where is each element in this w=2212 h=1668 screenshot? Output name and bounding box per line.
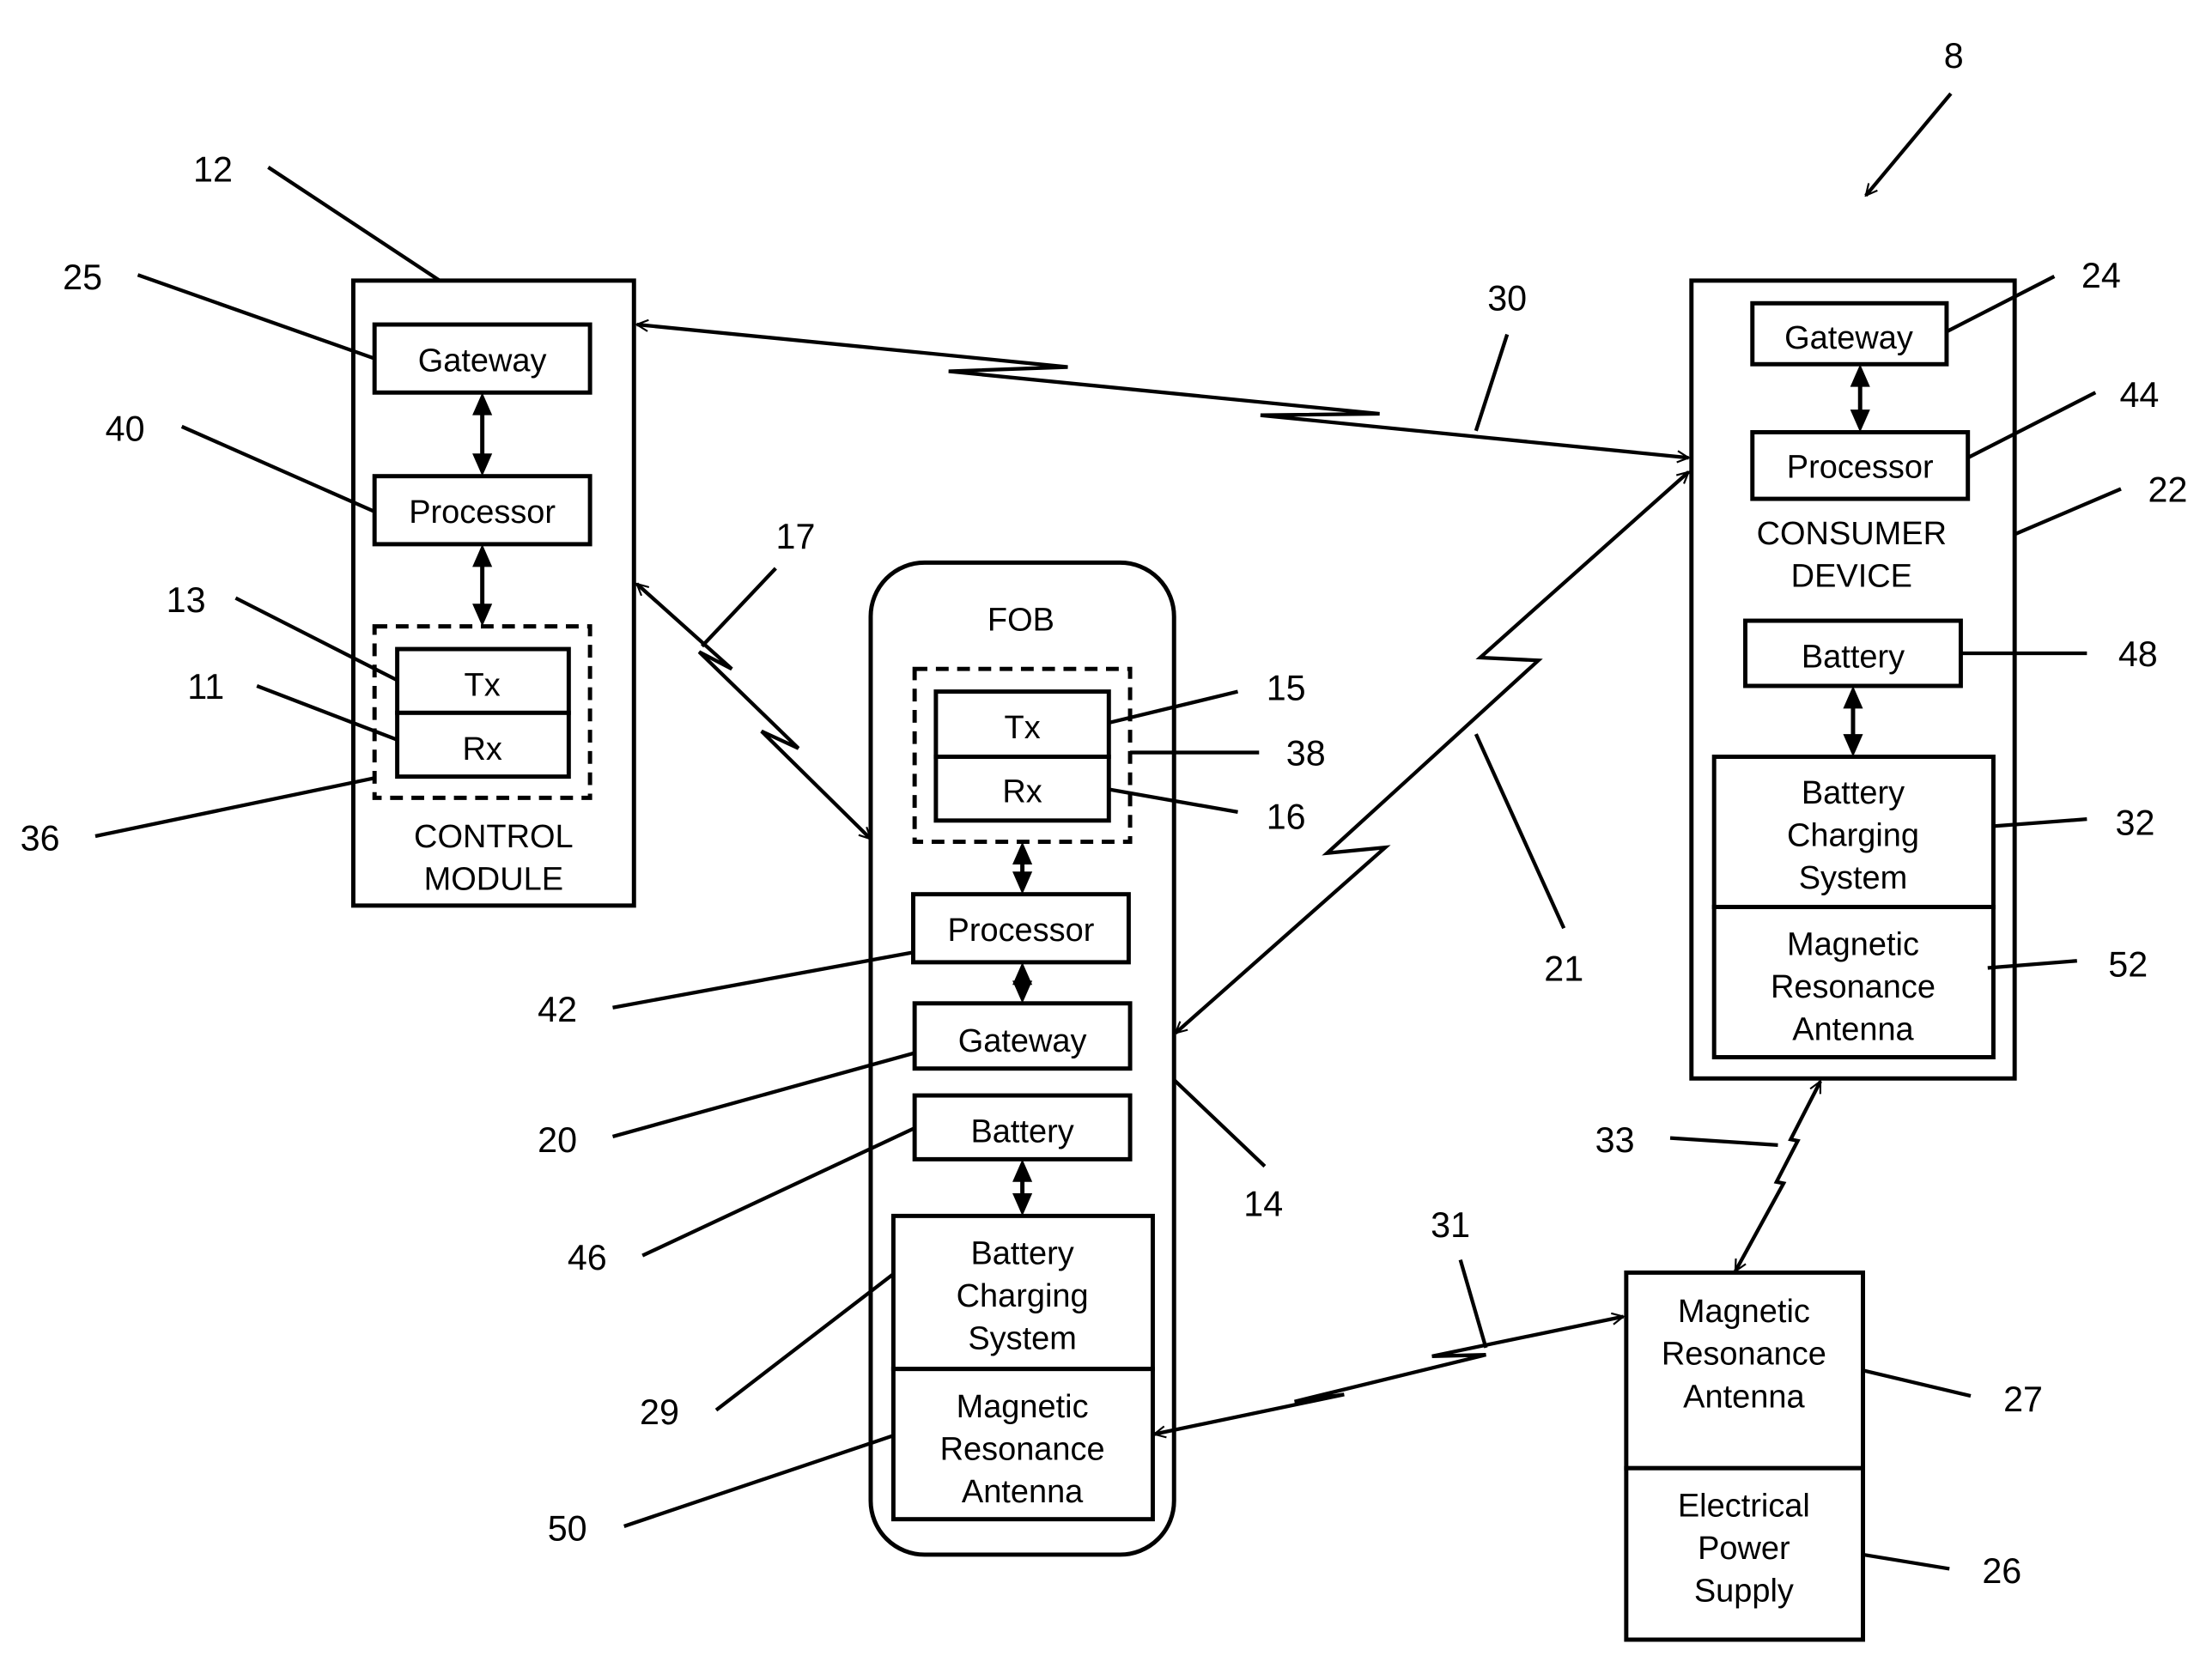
consumer-antenna-label-3: Antenna — [1792, 1012, 1914, 1048]
leader-link-control-consumer — [1474, 333, 1510, 432]
consumer-device-title-2: DEVICE — [1791, 558, 1912, 594]
ref-label-fob-battery: 46 — [568, 1238, 607, 1277]
leader-fob-processor — [612, 950, 914, 1010]
fob-battery-label: Battery — [970, 1114, 1073, 1150]
leader-fob — [1172, 1078, 1267, 1168]
control-rx-label: Rx — [462, 731, 501, 767]
consumer-antenna-label-2: Resonance — [1771, 969, 1936, 1005]
fob-rx-label: Rx — [1002, 773, 1042, 810]
fob-processor-label: Processor — [948, 913, 1095, 949]
leader-consumer-device — [2014, 487, 2122, 537]
ref-label-fob-charging: 29 — [640, 1392, 679, 1432]
leader-link-control-fob — [700, 567, 777, 648]
power-supply-label-1: Electrical — [1678, 1488, 1810, 1524]
leader-link-charger-consumer — [1669, 1136, 1778, 1147]
consumer-battery-label: Battery — [1802, 640, 1905, 676]
ref-label-power-supply: 26 — [1982, 1551, 2021, 1591]
consumer-charging-label-2: Charging — [1787, 818, 1919, 854]
ref-label-fob-antenna: 50 — [548, 1508, 587, 1548]
ref-label-fob-tx: 15 — [1267, 668, 1306, 707]
fob-charging-label-2: Charging — [957, 1278, 1089, 1314]
ref-label-system: 8 — [1944, 36, 1964, 76]
fob-tx-label: Tx — [1005, 710, 1041, 746]
ref-label-link-control-consumer: 30 — [1487, 279, 1527, 318]
ref-label-consumer-processor: 44 — [2119, 375, 2159, 415]
leader-power-supply — [1863, 1552, 1950, 1571]
ref-label-link-fob-consumer: 21 — [1544, 949, 1583, 988]
fob-charging-label-3: System — [968, 1321, 1077, 1357]
charger-antenna-label-3: Antenna — [1683, 1379, 1805, 1415]
ref-label-link-charger-consumer: 33 — [1595, 1120, 1635, 1160]
ref-label-fob-processor: 42 — [538, 990, 577, 1029]
fob: FOB Tx Rx Processor Gateway Battery Batt… — [868, 560, 1176, 1557]
link-fob-charger — [1154, 1317, 1623, 1434]
consumer-gateway-label: Gateway — [1784, 320, 1913, 356]
control-tx-label: Tx — [465, 668, 501, 704]
consumer-device: Gateway Processor CONSUMER DEVICE Batter… — [1689, 278, 2017, 1081]
control-module: Gateway Processor Tx Rx CONTROL MODULE — [350, 278, 636, 908]
leader-control-transceiver — [94, 776, 375, 839]
fob-gateway-label: Gateway — [958, 1023, 1087, 1059]
link-control-fob — [637, 584, 871, 839]
consumer-charging-label-3: System — [1799, 860, 1908, 896]
ref-label-control-rx: 11 — [187, 667, 224, 707]
ref-label-control-transceiver: 36 — [21, 818, 60, 858]
leader-control-processor — [180, 424, 376, 513]
control-gateway-label: Gateway — [418, 343, 547, 379]
consumer-device-title-1: CONSUMER — [1757, 516, 1947, 552]
control-processor-label: Processor — [409, 494, 556, 531]
charger-antenna-label-2: Resonance — [1662, 1337, 1826, 1373]
consumer-processor-label: Processor — [1787, 449, 1934, 485]
control-module-title-1: CONTROL — [414, 819, 574, 855]
ref-label-consumer-antenna: 52 — [2108, 944, 2148, 984]
ref-label-fob-gateway: 20 — [538, 1120, 577, 1160]
ref-label-link-control-fob: 17 — [776, 517, 816, 556]
ref-label-link-fob-charger: 31 — [1431, 1205, 1470, 1245]
power-supply-label-2: Power — [1698, 1531, 1790, 1567]
leader-link-fob-consumer — [1474, 733, 1566, 930]
link-charger-consumer — [1734, 1082, 1822, 1271]
leader-control-gateway — [137, 273, 375, 361]
ref-label-charger-antenna: 27 — [2003, 1380, 2043, 1419]
link-control-consumer — [637, 325, 1689, 458]
fob-antenna-label-2: Resonance — [940, 1431, 1105, 1467]
fob-title: FOB — [988, 603, 1054, 639]
charger: Magnetic Resonance Antenna Electrical Po… — [1624, 1270, 1866, 1642]
charger-antenna-label-1: Magnetic — [1678, 1294, 1810, 1330]
control-module-title-2: MODULE — [424, 862, 563, 898]
ref-label-consumer-device: 22 — [2148, 470, 2188, 509]
power-supply-label-3: Supply — [1694, 1573, 1794, 1609]
ref-label-fob-rx: 16 — [1267, 798, 1306, 837]
ref-label-fob-transceiver: 38 — [1286, 733, 1326, 773]
patent-figure: 8 Gateway Processor Tx Rx CONTROL MODULE… — [21, 36, 2188, 1642]
system-ref-arrow — [1864, 92, 1953, 196]
leader-link-fob-charger — [1458, 1259, 1488, 1349]
ref-label-control-tx: 13 — [167, 580, 206, 620]
leader-fob-charging — [714, 1272, 895, 1412]
fob-antenna-label-1: Magnetic — [957, 1389, 1089, 1425]
ref-label-consumer-gateway: 24 — [2081, 256, 2121, 295]
consumer-antenna-label-1: Magnetic — [1787, 927, 1919, 963]
fob-charging-label-1: Battery — [970, 1236, 1073, 1272]
ref-label-fob: 14 — [1243, 1184, 1283, 1223]
consumer-charging-label-1: Battery — [1802, 775, 1905, 811]
ref-label-consumer-charging: 32 — [2116, 803, 2155, 842]
ref-label-control-module: 12 — [193, 149, 233, 189]
ref-label-control-gateway: 25 — [63, 258, 102, 297]
leader-control-module — [267, 166, 441, 282]
ref-label-consumer-battery: 48 — [2118, 634, 2158, 674]
fob-antenna-label-3: Antenna — [962, 1474, 1084, 1510]
leader-fob-antenna — [623, 1434, 895, 1528]
leader-charger-antenna — [1863, 1368, 1972, 1398]
ref-label-control-processor: 40 — [106, 409, 145, 448]
